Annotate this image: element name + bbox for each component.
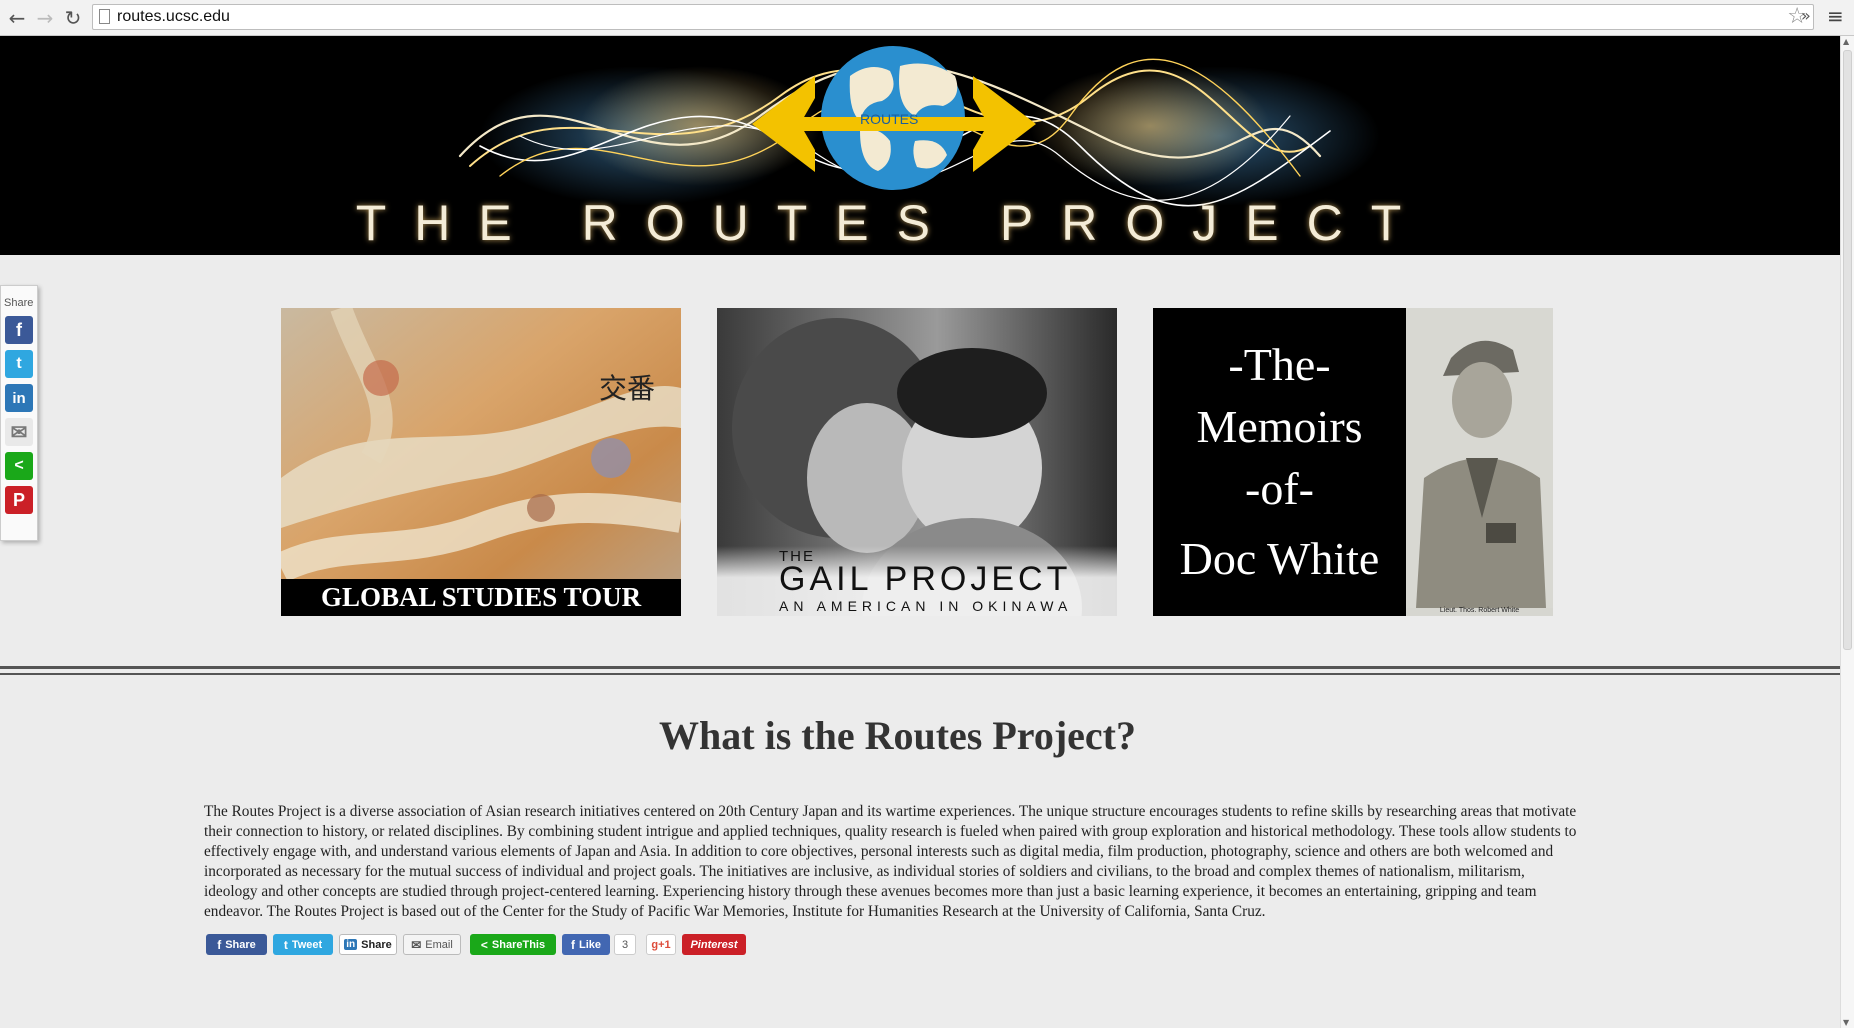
linkedin-icon[interactable]: in [5, 384, 33, 412]
sharethis-icon: < [480, 937, 488, 952]
twitter-icon: t [283, 937, 288, 952]
reload-icon[interactable]: ↻ [60, 5, 86, 31]
back-arrow-icon[interactable]: ← [4, 5, 30, 31]
section-divider [0, 666, 1840, 669]
soldier-portrait-image: Lieut. Thos. Robert White [1406, 308, 1553, 616]
section-divider-secondary [0, 673, 1840, 675]
tour-caption: GLOBAL STUDIES TOUR [281, 579, 681, 616]
sign-kanji-text: 交番 [599, 372, 655, 405]
forward-arrow-icon[interactable]: → [32, 5, 58, 31]
doc-white-memoirs-tile[interactable]: -The- Memoirs -of- Doc White Lieut. Thos… [1153, 308, 1553, 616]
logo-routes-text: ROUTES [860, 111, 918, 127]
url-text[interactable]: routes.ucsc.edu [117, 8, 230, 26]
linkedin-icon: in [344, 939, 358, 950]
gail-subtitle: AN AMERICAN IN OKINAWA [779, 598, 1073, 614]
gail-title: GAIL PROJECT [779, 560, 1072, 598]
site-header-banner[interactable]: ROUTES THE ROUTES PROJECT [0, 36, 1840, 255]
linkedin-share-button[interactable]: in Share [339, 934, 397, 955]
address-bar[interactable]: routes.ucsc.edu ☆ [92, 4, 1814, 30]
like-count-badge: 3 [614, 934, 636, 955]
facebook-like-button[interactable]: f Like [562, 934, 610, 955]
twitter-icon[interactable]: t [5, 350, 33, 378]
facebook-icon: f [217, 937, 222, 952]
email-share-button[interactable]: ✉ Email [403, 934, 461, 955]
facebook-share-button[interactable]: f Share [206, 934, 267, 955]
email-icon[interactable]: ✉ [5, 418, 33, 446]
browser-menu-icon[interactable]: ≡ [1827, 4, 1844, 28]
scroll-up-arrow-icon[interactable]: ▲ [1843, 37, 1849, 46]
pinterest-icon[interactable]: P [5, 486, 33, 514]
facebook-icon[interactable]: f [5, 316, 33, 344]
doc-line-name: Doc White [1179, 533, 1380, 584]
page-scrollbar[interactable]: ▲ ▼ [1840, 36, 1854, 1028]
sharethis-icon[interactable]: < [5, 452, 33, 480]
doc-line-of: -of- [1245, 463, 1314, 514]
email-icon: ✉ [411, 937, 422, 952]
share-sidebar-label: Share [4, 297, 34, 309]
site-title[interactable]: THE ROUTES PROJECT [0, 194, 1785, 252]
google-plus-button[interactable]: g+1 [646, 934, 676, 955]
doc-line-memoirs: Memoirs [1196, 401, 1363, 452]
about-paragraph: The Routes Project is a diverse associat… [204, 803, 1577, 920]
sharethis-button[interactable]: < ShareThis [470, 934, 556, 955]
page-icon [99, 9, 110, 24]
scroll-down-arrow-icon[interactable]: ▼ [1843, 1018, 1849, 1027]
doc-line-the: -The- [1228, 339, 1331, 390]
about-heading: What is the Routes Project? [659, 713, 1136, 758]
global-studies-tour-tile[interactable]: 交番 GLOBAL STUDIES TOUR [281, 308, 681, 616]
like-thumb-icon: f [570, 937, 575, 952]
gail-project-tile[interactable]: THE GAIL PROJECT AN AMERICAN IN OKINAWA [717, 308, 1117, 616]
floating-share-sidebar: Share f t in ✉ < P [0, 285, 38, 541]
extensions-chevron-icon[interactable]: » [1801, 6, 1811, 25]
doc-title-panel: -The- Memoirs -of- Doc White [1153, 308, 1406, 616]
portrait-caption: Lieut. Thos. Robert White [1439, 607, 1520, 614]
browser-toolbar: ← → ↻ routes.ucsc.edu ☆ » ≡ [0, 0, 1854, 36]
pinterest-button[interactable]: Pinterest [682, 934, 746, 955]
mosaic-map-image: 交番 [281, 308, 681, 616]
scroll-thumb[interactable] [1843, 50, 1852, 650]
tweet-button[interactable]: t Tweet [273, 934, 333, 955]
